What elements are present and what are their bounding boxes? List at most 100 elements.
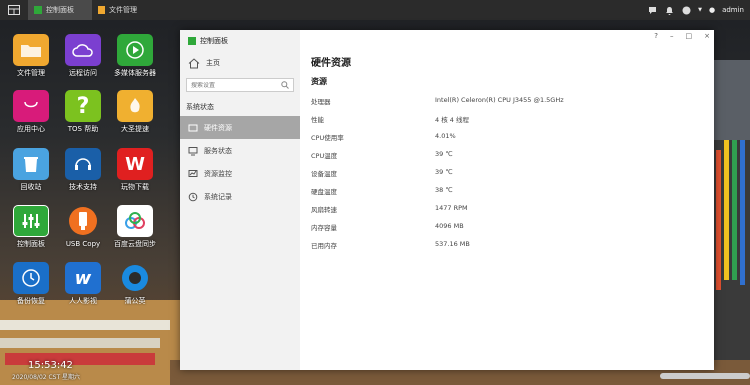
table-row: 硬盘温度 38 ℃: [311, 186, 453, 198]
desktop-icon-label: 多媒体服务器: [114, 69, 156, 77]
row-key: 风扇转速: [311, 206, 337, 214]
nav-item-resource-monitor[interactable]: 资源监控: [180, 162, 300, 185]
monitor-icon: [188, 146, 198, 155]
download-icon: W: [117, 148, 153, 180]
desktop-icon-label: 控制面板: [17, 240, 45, 248]
search-icon[interactable]: [281, 81, 289, 89]
desktop-icon-file-manager[interactable]: 文件管理: [4, 34, 58, 78]
baidu-cloud-icon: [117, 205, 153, 237]
desktop-icon-backup-restore[interactable]: 备份恢复: [4, 262, 58, 306]
nav-item-label: 资源监控: [204, 169, 232, 178]
row-value: 1477 RPM: [435, 204, 468, 212]
row-key: 性能: [311, 116, 324, 124]
question-icon: ?: [65, 90, 101, 122]
table-row: CPU使用率 4.01%: [311, 132, 456, 144]
desktop-icon-renren-video[interactable]: w 人人影视: [56, 262, 110, 306]
desktop-icon-app-center[interactable]: 应用中心: [4, 90, 58, 134]
desktop-icon-label: 大圣提速: [121, 125, 149, 133]
desktop-icon-label: TOS 帮助: [67, 125, 99, 133]
desktop-icon-label: 应用中心: [17, 125, 45, 133]
bag-icon: [13, 90, 49, 122]
rr-icon: w: [65, 262, 101, 294]
desktop-icon-control-panel[interactable]: 控制面板: [4, 205, 58, 249]
desktop-icon-label: 蒲公英: [124, 297, 146, 305]
help-button[interactable]: ?: [654, 32, 658, 40]
section-title: 资源: [311, 77, 327, 86]
cloud-icon: [65, 34, 101, 66]
desktop-icon-label: 百度云盘同步: [114, 240, 156, 248]
nav-item-system-log[interactable]: 系统记录: [180, 185, 300, 208]
user-menu[interactable]: admin: [722, 6, 744, 14]
settings-search-input[interactable]: [191, 81, 281, 89]
taskbar-tab-file-manager[interactable]: 文件管理: [92, 0, 143, 20]
folder-icon: [13, 34, 49, 66]
desktop-icon-label: 备份恢复: [17, 297, 45, 305]
desktop-icon-label: 人人影视: [69, 297, 97, 305]
desktop-icon-media-server[interactable]: 多媒体服务器: [108, 34, 162, 78]
desktop-scrollbar[interactable]: [660, 373, 750, 379]
desktop-icon-tech-support[interactable]: 技术支持: [56, 148, 110, 192]
nav-item-label: 服务状态: [204, 146, 232, 155]
table-row: CPU温度 39 ℃: [311, 150, 453, 162]
page-title: 硬件资源: [311, 58, 351, 69]
start-menu-button[interactable]: [0, 0, 28, 20]
chevron-down-icon[interactable]: ▼: [698, 7, 702, 13]
row-key: 处理器: [311, 98, 331, 106]
chat-icon[interactable]: [647, 5, 657, 15]
close-button[interactable]: ×: [704, 32, 710, 40]
row-key: CPU使用率: [311, 134, 344, 142]
desktop-icon-remote-access[interactable]: 远程访问: [56, 34, 110, 78]
desktop-icon-dasheng[interactable]: 大圣提速: [108, 90, 162, 134]
row-key: 内存容量: [311, 224, 337, 232]
nav-item-label: 系统记录: [204, 192, 232, 201]
usb-icon: [65, 205, 101, 237]
desktop-icon-label: 玩物下载: [121, 183, 149, 191]
desktop-icon-recycle-bin[interactable]: 回收站: [4, 148, 58, 192]
headset-icon: [65, 148, 101, 180]
taskbar-tab-control-panel[interactable]: 控制面板: [28, 0, 92, 20]
desktop-icon-label: 技术支持: [69, 183, 97, 191]
row-value: 537.16 MB: [435, 240, 470, 248]
table-row: 内存容量 4096 MB: [311, 222, 464, 234]
folder-icon: [98, 6, 105, 14]
desktop-icon-baidu-cloud-sync[interactable]: 百度云盘同步: [108, 205, 162, 249]
minimize-button[interactable]: –: [670, 32, 674, 40]
window-title: 控制面板: [200, 37, 228, 45]
nav-item-service-status[interactable]: 服务状态: [180, 139, 300, 162]
table-row: 风扇转速 1477 RPM: [311, 204, 468, 216]
window-title-bar: 控制面板: [180, 30, 300, 52]
window-controls: ? – □ ×: [654, 32, 710, 40]
settings-search[interactable]: [186, 78, 294, 92]
window-icon: [8, 5, 20, 15]
row-value: 4 核 4 线程: [435, 116, 469, 124]
nav-home[interactable]: 主页: [180, 52, 300, 74]
desktop-icon-usb-copy[interactable]: USB Copy: [56, 205, 110, 249]
taskbar-tab-label: 控制面板: [46, 6, 74, 14]
flame-icon: [117, 90, 153, 122]
control-panel-icon: [188, 37, 196, 45]
nav-item-hardware-resources[interactable]: 硬件资源: [180, 116, 300, 139]
table-row: 已用内存 537.16 MB: [311, 240, 470, 252]
row-value: Intel(R) Celeron(R) CPU J3455 @1.5GHz: [435, 96, 564, 104]
bell-icon[interactable]: [664, 5, 674, 15]
log-icon: [188, 192, 198, 201]
maximize-button[interactable]: □: [686, 32, 693, 40]
row-key: 已用内存: [311, 242, 337, 250]
desktop-icon-tos-help[interactable]: ? TOS 帮助: [56, 90, 110, 134]
dandelion-icon: [117, 262, 153, 294]
row-value: 38 ℃: [435, 186, 453, 194]
desktop-icon-label: 远程访问: [69, 69, 97, 77]
section-system-status: 系统状态: [186, 103, 214, 111]
nav-item-label: 硬件资源: [204, 123, 232, 132]
row-key: 设备温度: [311, 170, 337, 178]
desktop-icon-wanwu-download[interactable]: W 玩物下载: [108, 148, 162, 192]
clock-icon: [13, 262, 49, 294]
table-row: 处理器 Intel(R) Celeron(R) CPU J3455 @1.5GHz: [311, 96, 564, 108]
globe-icon[interactable]: [681, 5, 691, 15]
home-icon: [188, 57, 200, 68]
desktop-icon-dandelion[interactable]: 蒲公英: [108, 262, 162, 306]
taskbar-tab-label: 文件管理: [109, 6, 137, 14]
user-icon: ●: [708, 6, 716, 14]
desktop-icon-label: 回收站: [20, 183, 42, 191]
trash-icon: [13, 148, 49, 180]
